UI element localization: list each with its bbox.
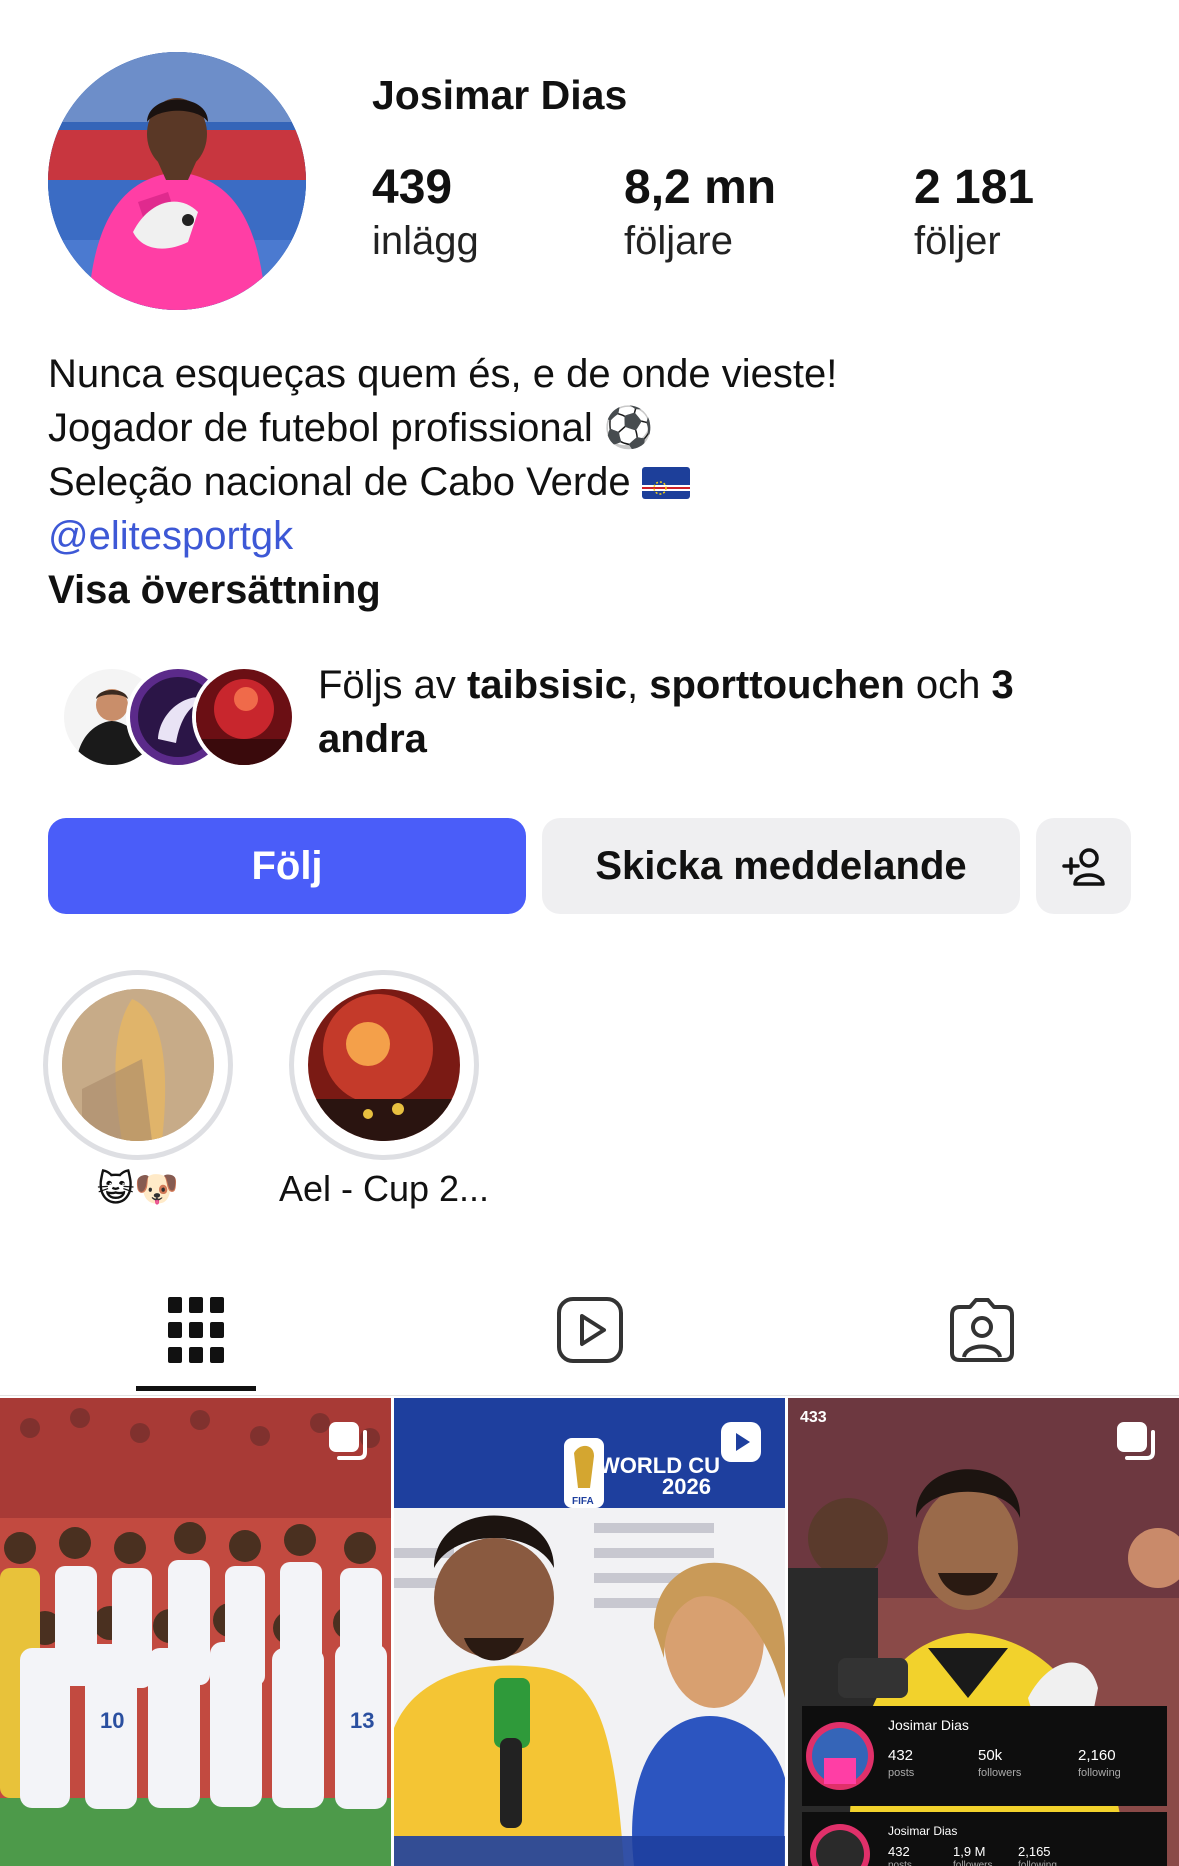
post-3-card2-posts: 432 [888, 1844, 910, 1859]
post-3-card2-following: 2,165 [1018, 1844, 1051, 1859]
post-3-card2-posts-label: posts [888, 1860, 912, 1866]
multi-post-icon [1117, 1422, 1155, 1460]
multi-post-icon [329, 1422, 367, 1460]
followed-sep: , [627, 663, 650, 707]
post-3-card1-following: 2,160 [1078, 1747, 1116, 1764]
highlight-1-image [62, 989, 214, 1141]
post-2-image: WORLD CU 2026 FIFA [394, 1398, 785, 1866]
mutual-avatar-3 [192, 665, 296, 769]
tab-reels[interactable] [550, 1290, 630, 1370]
followed-user-2[interactable]: sporttouchen [649, 663, 905, 707]
bio-line-2: Jogador de futebol profissional ⚽ [48, 406, 654, 450]
post-3-card1-posts: 432 [888, 1747, 913, 1764]
post-3-card2-followers-label: followers [953, 1860, 992, 1866]
reels-icon [557, 1297, 623, 1363]
highlight-1-label: 😺🐶 [96, 1168, 180, 1209]
translate-link[interactable]: Visa översättning [48, 563, 1128, 617]
cape-verde-flag-icon [641, 467, 690, 499]
suggested-users-button[interactable] [1036, 818, 1131, 914]
followed-prefix: Följs av [318, 663, 467, 707]
followed-count: 3 [991, 663, 1014, 707]
stat-followers-label: följare [624, 219, 733, 263]
highlight-2[interactable] [289, 970, 479, 1160]
mutual-followers-avatars[interactable] [60, 665, 300, 769]
stat-posts-label: inlägg [372, 219, 479, 263]
followed-middle: och [904, 663, 992, 707]
stat-followers[interactable]: 8,2 mn följare [624, 160, 776, 266]
post-2-fifa-text: FIFA [572, 1496, 594, 1507]
profile-name: Josimar Dias [372, 72, 628, 118]
mutual-followers-text[interactable]: Följs av taibsisic, sporttouchen och 3 an… [318, 658, 1128, 766]
bio-line-1: Nunca esqueças quem és, e de onde vieste… [48, 352, 838, 396]
post-2-year-text: 2026 [662, 1474, 711, 1499]
svg-text:13: 13 [350, 1708, 374, 1733]
highlight-2-image [308, 989, 460, 1141]
reel-icon [721, 1422, 761, 1462]
tab-divider [0, 1395, 1179, 1396]
post-3-card1-followers-label: followers [978, 1767, 1022, 1779]
stat-posts[interactable]: 439 inlägg [372, 160, 479, 266]
post-3-card1-followers: 50k [978, 1747, 1003, 1764]
stat-following-label: följer [914, 219, 1001, 263]
bio-line-3-text: Seleção nacional de Cabo Verde [48, 460, 631, 504]
add-person-icon [1061, 848, 1105, 886]
stat-posts-value: 439 [372, 161, 453, 214]
post-3-card1-following-label: following [1078, 1767, 1121, 1779]
post-3-watermark: 433 [800, 1409, 827, 1426]
profile-avatar[interactable] [48, 52, 306, 310]
highlight-2-label: Ael - Cup 2... [278, 1168, 490, 1209]
follow-button[interactable]: Följ [48, 818, 526, 914]
post-3[interactable]: 433 Josimar Dias 432 posts 50k followers… [788, 1398, 1179, 1866]
post-3-card2-name: Josimar Dias [888, 1824, 957, 1838]
post-2[interactable]: WORLD CU 2026 FIFA [394, 1398, 785, 1866]
avatar-image [48, 52, 306, 310]
followed-suffix: andra [318, 717, 427, 761]
tab-tagged[interactable] [942, 1290, 1022, 1370]
bio-mention-link[interactable]: @elitesportgk [48, 509, 1128, 563]
post-1[interactable]: 10 13 [0, 1398, 391, 1866]
stat-following-value: 2 181 [914, 161, 1035, 214]
grid-icon [168, 1297, 224, 1363]
stat-followers-value: 8,2 mn [624, 161, 777, 214]
tab-posts-grid[interactable] [156, 1290, 236, 1370]
svg-text:10: 10 [100, 1708, 124, 1733]
active-tab-indicator [136, 1386, 256, 1391]
message-button[interactable]: Skicka meddelande [542, 818, 1020, 914]
bio-line-3: Seleção nacional de Cabo Verde [48, 455, 1128, 509]
post-3-card2-followers: 1,9 M [953, 1844, 986, 1859]
highlight-1[interactable] [43, 970, 233, 1160]
post-3-image: 433 Josimar Dias 432 posts 50k followers… [788, 1398, 1179, 1866]
profile-bio: Nunca esqueças quem és, e de onde vieste… [48, 347, 1128, 617]
post-1-image: 10 13 [0, 1398, 391, 1866]
post-3-card1-name: Josimar Dias [888, 1717, 969, 1733]
post-3-card1-posts-label: posts [888, 1767, 915, 1779]
tagged-icon [950, 1298, 1014, 1362]
followed-user-1[interactable]: taibsisic [467, 663, 627, 707]
stat-following[interactable]: 2 181 följer [914, 160, 1034, 266]
post-3-card2-following-label: following [1018, 1860, 1057, 1866]
